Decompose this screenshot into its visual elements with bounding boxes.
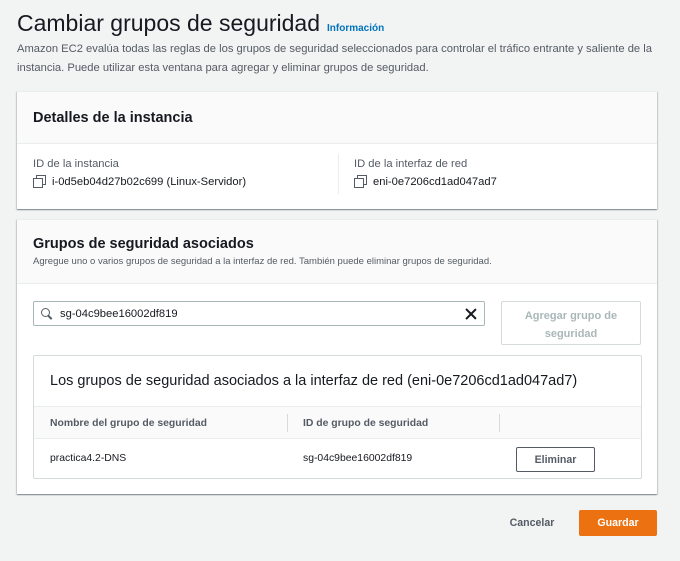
instance-details-panel: Detalles de la instancia ID de la instan… (17, 91, 657, 209)
page-description: Amazon EC2 evalúa todas las reglas de lo… (17, 43, 652, 74)
clear-icon[interactable] (464, 307, 478, 321)
group-name-cell: practica4.2-DNS (50, 453, 127, 464)
info-link[interactable]: Información (327, 23, 384, 34)
remove-group-button[interactable]: Eliminar (516, 447, 595, 472)
group-id-cell: sg-04c9bee16002df819 (303, 453, 413, 464)
instance-id-value: i-0d5eb04d27b02c699 (Linux-Servidor) (52, 175, 247, 188)
security-groups-subtitle: Agregue uno o varios grupos de seguridad… (33, 256, 492, 267)
search-icon (40, 307, 54, 321)
interface-id-value: eni-0e7206cd1ad047ad7 (373, 175, 497, 188)
table-row: practica4.2-DNS sg-04c9bee16002df819 Eli… (34, 439, 641, 478)
security-groups-panel: Grupos de seguridad asociados Agregue un… (17, 219, 657, 494)
copy-icon[interactable] (354, 175, 367, 188)
column-headers: Nombre del grupo de seguridad ID de grup… (34, 407, 641, 439)
security-groups-title: Grupos de seguridad asociados (33, 236, 254, 252)
column-divider (338, 154, 339, 194)
interface-id-label: ID de la interfaz de red (354, 158, 468, 170)
cancel-button[interactable]: Cancelar (500, 510, 564, 536)
column-separator (499, 414, 500, 432)
security-group-search[interactable] (33, 301, 485, 326)
add-security-group-button[interactable]: Agregar grupo de seguridad (501, 301, 641, 345)
page-title-text: Cambiar grupos de seguridad (17, 10, 321, 36)
instance-details-title: Detalles de la instancia (33, 109, 193, 126)
table-header: Los grupos de seguridad asociados a la i… (34, 356, 641, 407)
column-header-id: ID de grupo de seguridad (303, 417, 429, 429)
column-header-name: Nombre del grupo de seguridad (50, 417, 208, 429)
add-button-label-line2: seguridad (544, 327, 598, 340)
interface-id-value-row: eni-0e7206cd1ad047ad7 (354, 175, 497, 188)
instance-details-header: Detalles de la instancia (17, 92, 657, 144)
table-title: Los grupos de seguridad asociados a la i… (50, 373, 578, 389)
instance-id-label: ID de la instancia (33, 158, 119, 170)
add-button-label-line1: Agregar grupo de (524, 309, 618, 322)
save-button[interactable]: Guardar (579, 510, 657, 536)
copy-icon[interactable] (33, 175, 46, 188)
instance-id-value-row: i-0d5eb04d27b02c699 (Linux-Servidor) (33, 175, 246, 188)
interface-id-field: ID de la interfaz de red eni-0e7206cd1ad… (354, 158, 497, 188)
search-input[interactable] (60, 307, 450, 320)
instance-id-field: ID de la instancia i-0d5eb04d27b02c699 (… (33, 158, 246, 188)
security-groups-header: Grupos de seguridad asociados Agregue un… (17, 220, 657, 284)
page-title: Cambiar grupos de seguridad Información (17, 10, 384, 37)
associated-groups-table: Los grupos de seguridad asociados a la i… (33, 355, 642, 479)
